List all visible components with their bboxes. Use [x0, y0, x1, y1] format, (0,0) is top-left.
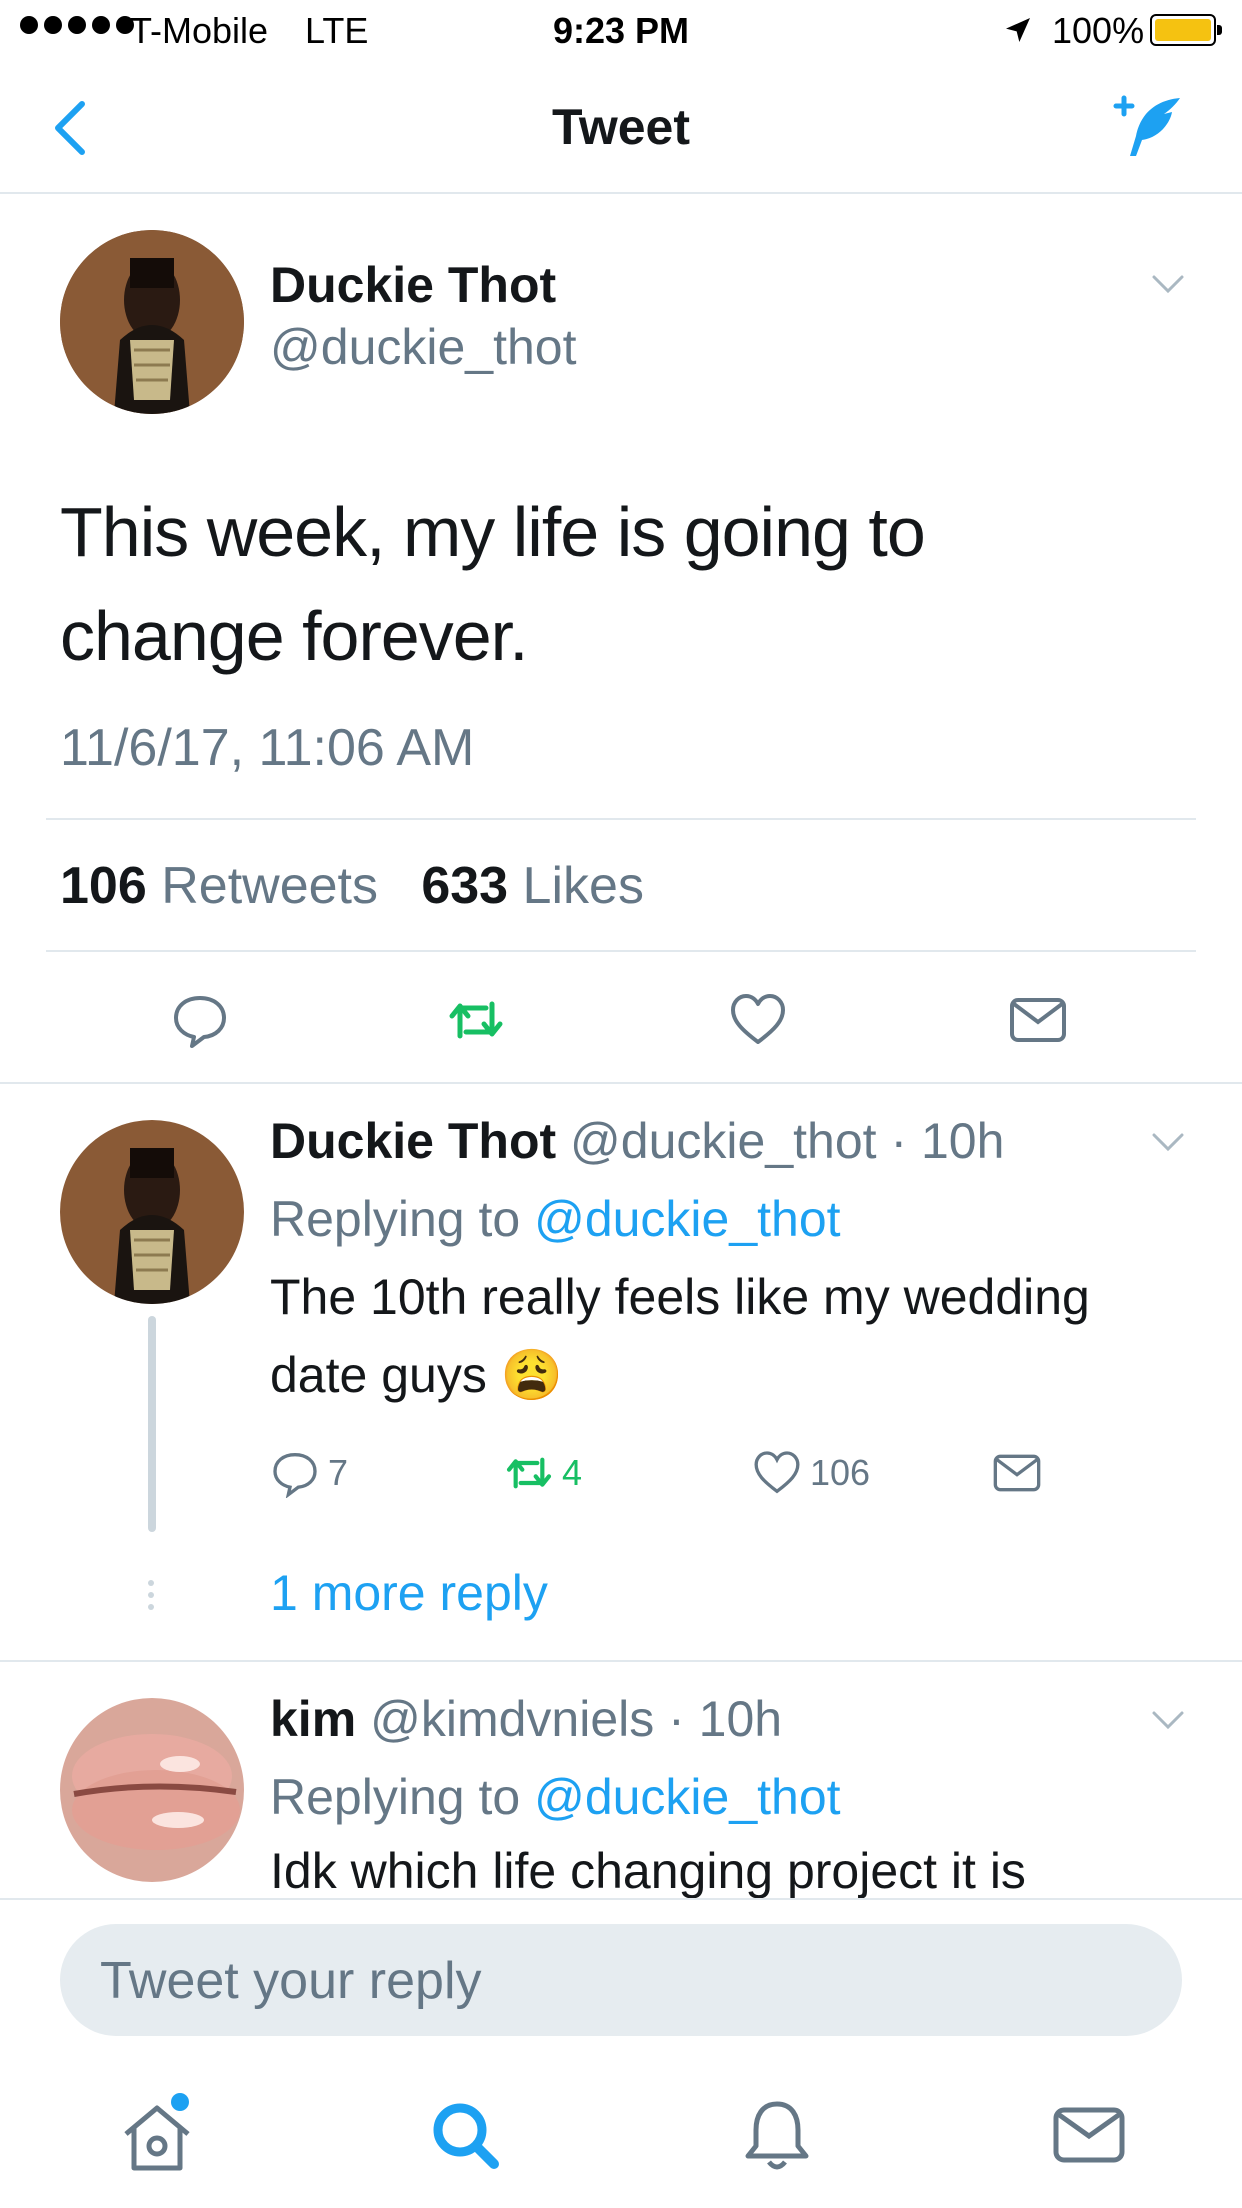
replying-to-link[interactable]: @duckie_thot: [534, 1769, 841, 1825]
retweet-count: 4: [562, 1452, 583, 1493]
reply-composer[interactable]: [60, 1924, 1182, 2038]
author-handle[interactable]: @kimdvniels: [370, 1691, 654, 1747]
reply-age: 10h: [920, 1113, 1005, 1169]
tweet-timestamp: 11/6/17, 11:06 AM: [60, 719, 475, 777]
reply-header: Duckie Thot @duckie_thot · 10h: [270, 1112, 1004, 1170]
status-bar: T-Mobile LTE 9:23 PM 100%: [0, 0, 1242, 62]
like-count: 106: [810, 1452, 871, 1493]
author-name[interactable]: Duckie Thot: [270, 256, 556, 314]
replying-to-label: Replying to: [270, 1769, 521, 1825]
reply-icon[interactable]: [170, 990, 230, 1050]
separator-dot: ·: [876, 1113, 921, 1169]
divider: [46, 818, 1196, 820]
reply-input[interactable]: [98, 1924, 1142, 2038]
retweet-icon[interactable]: [446, 990, 506, 1050]
divider: [46, 950, 1196, 952]
separator-dot: ·: [654, 1691, 699, 1747]
reply-age: 10h: [698, 1691, 783, 1747]
retweet-icon: [506, 1457, 552, 1489]
author-name[interactable]: Duckie Thot: [270, 1113, 556, 1169]
chevron-down-icon[interactable]: [1150, 1130, 1186, 1154]
battery-icon: [1150, 14, 1222, 46]
divider: [0, 1660, 1242, 1662]
reply-count: 7: [328, 1452, 349, 1493]
search-icon[interactable]: [420, 2090, 510, 2180]
divider: [0, 1898, 1242, 1900]
direct-message-icon[interactable]: [992, 1448, 1042, 1498]
navigation-bar: Tweet: [0, 62, 1242, 194]
page-title: Tweet: [552, 99, 690, 155]
compose-tweet-icon[interactable]: [1106, 92, 1186, 162]
notifications-icon[interactable]: [732, 2090, 822, 2180]
retweets-stat[interactable]: 106 Retweets: [60, 857, 378, 915]
likes-stat[interactable]: 633 Likes: [421, 857, 644, 915]
reply-retweet-action[interactable]: 4: [504, 1448, 582, 1498]
like-icon[interactable]: [728, 990, 788, 1050]
tweet-stats: 106 Retweets 633 Likes: [60, 856, 644, 916]
reply-text: Idk which life changing project it is: [270, 1843, 1026, 1898]
more-replies-link[interactable]: 1 more reply: [270, 1564, 548, 1622]
divider: [0, 1082, 1242, 1084]
replying-to-link[interactable]: @duckie_thot: [534, 1191, 841, 1247]
retweets-count: 106: [60, 857, 147, 915]
like-icon: [754, 1451, 800, 1494]
author-handle[interactable]: @duckie_thot: [270, 318, 577, 376]
replying-to: Replying to @duckie_thot: [270, 1768, 841, 1826]
retweets-label: Retweets: [161, 857, 378, 915]
reply-text: The 10th really feels like my wedding da…: [270, 1269, 1090, 1403]
reply-like-action[interactable]: 106: [752, 1448, 870, 1498]
chevron-down-icon[interactable]: [1150, 272, 1186, 296]
thread-line: [148, 1316, 156, 1532]
author-handle[interactable]: @duckie_thot: [570, 1113, 877, 1169]
likes-label: Likes: [522, 857, 644, 915]
reply-text-clip: Idk which life changing project it is: [270, 1840, 1170, 1898]
reply-header: kim @kimdvniels · 10h: [270, 1690, 782, 1748]
tweet-text: This week, my life is going to change fo…: [60, 493, 926, 675]
avatar[interactable]: [60, 1698, 244, 1882]
chevron-down-icon[interactable]: [1150, 1708, 1186, 1732]
avatar[interactable]: [60, 1120, 244, 1304]
author-name[interactable]: kim: [270, 1691, 356, 1747]
home-icon[interactable]: [112, 2090, 202, 2180]
battery-percentage: 100%: [1052, 10, 1145, 51]
messages-icon[interactable]: [1044, 2090, 1134, 2180]
direct-message-icon[interactable]: [1008, 990, 1068, 1050]
location-arrow-icon: [1006, 18, 1030, 42]
replying-to: Replying to @duckie_thot: [270, 1190, 841, 1248]
reply-icon: [273, 1452, 317, 1498]
likes-count: 633: [421, 857, 509, 915]
replying-to-label: Replying to: [270, 1191, 521, 1247]
avatar[interactable]: [60, 230, 244, 414]
reply-reply-action[interactable]: 7: [270, 1448, 348, 1498]
thread-ellipsis: [148, 1580, 154, 1610]
